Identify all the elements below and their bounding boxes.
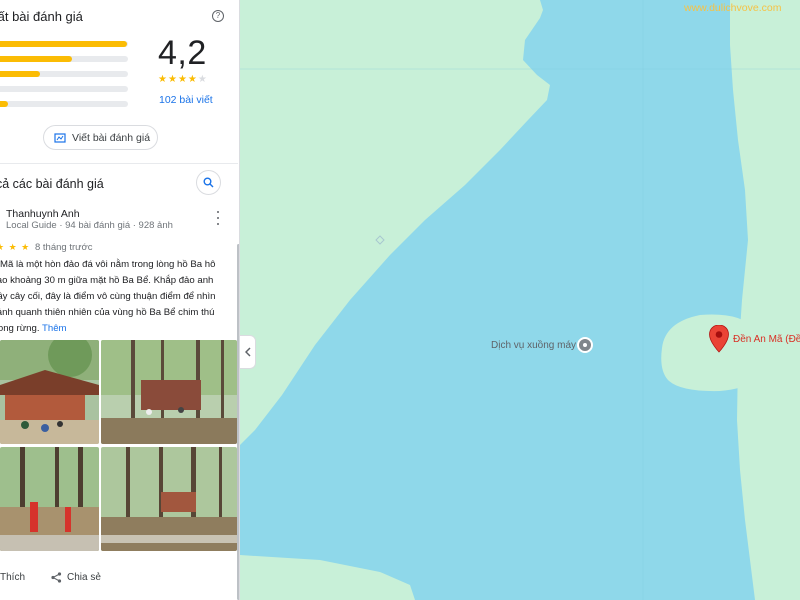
like-label: Thích: [0, 572, 26, 583]
selected-place-label[interactable]: Đền An Mã (Đền: [733, 334, 800, 345]
share-label: Chia sẻ: [67, 572, 101, 583]
review-body: n Mã là một hòn đảo đá vôi nằm trong lòn…: [0, 259, 216, 334]
map-canvas[interactable]: [240, 0, 800, 600]
watermark: www.dulichvove.com: [684, 2, 782, 14]
review-icon: [54, 132, 66, 143]
review-count-link[interactable]: 102 bài viết: [159, 94, 213, 106]
star-icon: ★: [197, 74, 208, 85]
rating-bar-1: [0, 101, 128, 107]
star-icon: ★: [167, 74, 178, 85]
location-pin-icon[interactable]: [709, 325, 729, 353]
average-rating: 4,2: [158, 34, 207, 72]
read-more-link[interactable]: Thêm: [42, 323, 67, 334]
star-icon: ★: [177, 74, 188, 85]
review-photo[interactable]: [0, 340, 99, 444]
rating-bar-2: [0, 86, 128, 92]
like-button[interactable]: Thích: [0, 572, 25, 583]
review-time: 8 tháng trước: [35, 242, 93, 253]
divider: [0, 163, 238, 164]
rating-bar-3: [0, 71, 128, 77]
search-icon: [203, 177, 214, 188]
rating-bar-4: [0, 56, 128, 62]
collapse-panel-button[interactable]: [240, 335, 256, 369]
reviews-panel: tất bài đánh giá ? 4,2 ★★★★★ 102 bài viế…: [0, 0, 240, 600]
reviewer-meta: Local Guide · 94 bài đánh giá · 928 ảnh: [6, 220, 173, 231]
map-shapes: [240, 0, 800, 600]
rating-stars: ★★★★★: [158, 74, 208, 85]
search-reviews-button[interactable]: [196, 170, 221, 195]
reviewer-name[interactable]: Thanhuynh Anh: [6, 208, 80, 220]
star-icon: ★: [187, 74, 198, 85]
chevron-left-icon: [244, 347, 251, 357]
more-options-icon[interactable]: [214, 211, 222, 225]
reviews-header-title: tất bài đánh giá: [0, 9, 83, 24]
review-photo[interactable]: [101, 340, 237, 444]
share-button[interactable]: Chia sẻ: [51, 572, 101, 583]
star-icon: ★: [158, 74, 168, 85]
help-icon[interactable]: ?: [212, 10, 224, 22]
review-text: n Mã là một hòn đảo đá vôi nằm trong lòn…: [0, 257, 222, 337]
write-review-button[interactable]: Viết bài đánh giá: [43, 125, 158, 150]
place-marker-icon[interactable]: [577, 337, 593, 353]
review-stars: ★ ★ ★: [0, 242, 31, 252]
rating-bar-5: [0, 41, 128, 47]
review-photo[interactable]: [0, 447, 99, 551]
review-photo[interactable]: [101, 447, 237, 551]
share-icon: [51, 572, 62, 583]
all-reviews-title: cả các bài đánh giá: [0, 177, 104, 191]
write-review-label: Viết bài đánh giá: [72, 131, 151, 144]
boat-service-label[interactable]: Dịch vụ xuồng máy: [491, 340, 576, 351]
